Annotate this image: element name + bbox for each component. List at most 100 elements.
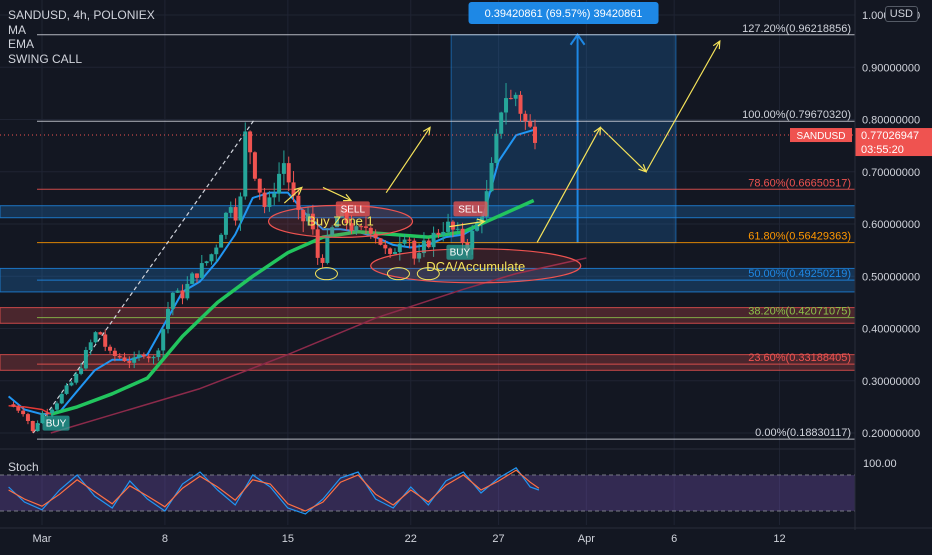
chart-canvas[interactable]: 0.39420861 (69.57%) 39420861 127.20%(0.96…: [0, 0, 932, 550]
dca-label: DCA/Accumulate: [426, 259, 525, 274]
candle-body[interactable]: [494, 133, 499, 163]
candle-body[interactable]: [228, 207, 233, 213]
candle-body[interactable]: [170, 292, 175, 309]
candle-body[interactable]: [455, 228, 460, 230]
candle-body[interactable]: [320, 257, 325, 263]
candle-body[interactable]: [489, 162, 494, 192]
indicator-swing-call-label[interactable]: SWING CALL: [8, 52, 155, 66]
indicator-ema-label[interactable]: EMA: [8, 37, 155, 51]
candle-body[interactable]: [16, 406, 21, 411]
candle-body[interactable]: [378, 238, 383, 245]
candle-body[interactable]: [69, 382, 74, 386]
candle-body[interactable]: [388, 248, 393, 254]
candle-body[interactable]: [209, 254, 214, 262]
price-zone[interactable]: [0, 307, 856, 324]
candle-body[interactable]: [88, 342, 93, 350]
candle-body[interactable]: [122, 357, 127, 362]
candle-body[interactable]: [108, 346, 113, 351]
fib-level-label: 50.00%(0.49250219): [748, 268, 851, 280]
fib-level-label: 61.80%(0.56429363): [748, 231, 851, 243]
candle-body[interactable]: [79, 368, 84, 374]
candle-body[interactable]: [277, 173, 282, 194]
candle-body[interactable]: [137, 354, 142, 358]
candle-body[interactable]: [30, 420, 35, 432]
price-chart[interactable]: 0.39420861 (69.57%) 39420861 127.20%(0.96…: [0, 0, 932, 550]
candle-body[interactable]: [426, 240, 431, 248]
candle-body[interactable]: [460, 228, 465, 243]
candle-body[interactable]: [238, 196, 243, 221]
candle-body[interactable]: [257, 178, 262, 193]
candle-body[interactable]: [233, 207, 238, 221]
candle-body[interactable]: [262, 192, 267, 207]
candle-body[interactable]: [180, 290, 185, 299]
candle-body[interactable]: [21, 410, 26, 415]
candle-body[interactable]: [74, 373, 79, 383]
symbol-info: SANDUSD, 4h, POLONIEX: [8, 8, 155, 22]
candle-body[interactable]: [513, 94, 518, 99]
candle-body[interactable]: [436, 232, 441, 235]
candle-body[interactable]: [161, 329, 166, 351]
stoch-band: [0, 475, 855, 511]
candle-body[interactable]: [146, 356, 151, 359]
candle-body[interactable]: [243, 131, 248, 197]
candle-body[interactable]: [45, 412, 50, 414]
candle-body[interactable]: [441, 231, 446, 235]
candle-body[interactable]: [431, 232, 436, 248]
candle-body[interactable]: [214, 247, 219, 255]
candle-body[interactable]: [402, 239, 407, 244]
candle-body[interactable]: [392, 252, 397, 254]
candle-body[interactable]: [185, 283, 190, 299]
candle-body[interactable]: [475, 223, 480, 231]
candle-body[interactable]: [103, 334, 108, 347]
candle-body[interactable]: [54, 403, 59, 410]
candle-body[interactable]: [267, 197, 272, 207]
candle-body[interactable]: [325, 235, 330, 263]
candle-body[interactable]: [11, 404, 16, 407]
indicator-ma-label[interactable]: MA: [8, 23, 155, 37]
candle-body[interactable]: [50, 409, 55, 414]
candle-body[interactable]: [98, 332, 103, 335]
candle-body[interactable]: [508, 98, 513, 100]
candle-body[interactable]: [272, 193, 277, 198]
candle-body[interactable]: [252, 152, 257, 179]
candle-body[interactable]: [518, 94, 523, 114]
candle-body[interactable]: [175, 290, 180, 293]
price-axis-label: 0.80000000: [862, 115, 920, 127]
price-axis-label: 0.70000000: [862, 167, 920, 179]
candle-body[interactable]: [383, 244, 388, 249]
candle-body[interactable]: [528, 121, 533, 127]
candle-body[interactable]: [219, 234, 224, 248]
candle-body[interactable]: [83, 349, 88, 369]
candle-body[interactable]: [407, 239, 412, 241]
candle-body[interactable]: [199, 263, 204, 278]
price-zone[interactable]: [0, 205, 856, 219]
candle-body[interactable]: [223, 212, 228, 235]
candle-body[interactable]: [117, 355, 122, 358]
candle-body[interactable]: [165, 308, 170, 330]
candle-body[interactable]: [504, 98, 509, 113]
currency-button[interactable]: USD: [884, 6, 918, 22]
candle-body[interactable]: [35, 423, 40, 432]
candle-body[interactable]: [132, 357, 137, 363]
candle-body[interactable]: [64, 385, 69, 394]
time-axis-label: Apr: [578, 533, 595, 545]
candle-body[interactable]: [151, 357, 156, 359]
candle-body[interactable]: [112, 350, 117, 356]
candle-body[interactable]: [194, 273, 199, 278]
candle-body[interactable]: [204, 261, 209, 264]
candle-body[interactable]: [141, 354, 146, 357]
candle-body[interactable]: [286, 163, 291, 183]
candle-body[interactable]: [25, 414, 30, 421]
candle-body[interactable]: [190, 273, 195, 284]
candle-body[interactable]: [156, 350, 161, 358]
candle-body[interactable]: [127, 361, 132, 363]
time-axis-label: 27: [492, 533, 504, 545]
candle-body[interactable]: [93, 332, 98, 343]
candle-body[interactable]: [523, 113, 528, 122]
candle-body[interactable]: [281, 163, 286, 174]
candle-body[interactable]: [397, 243, 402, 253]
time-axis-label: 15: [282, 533, 294, 545]
candle-body[interactable]: [59, 393, 64, 404]
signal-badge-label: BUY: [450, 248, 471, 259]
candle-body[interactable]: [499, 112, 504, 134]
